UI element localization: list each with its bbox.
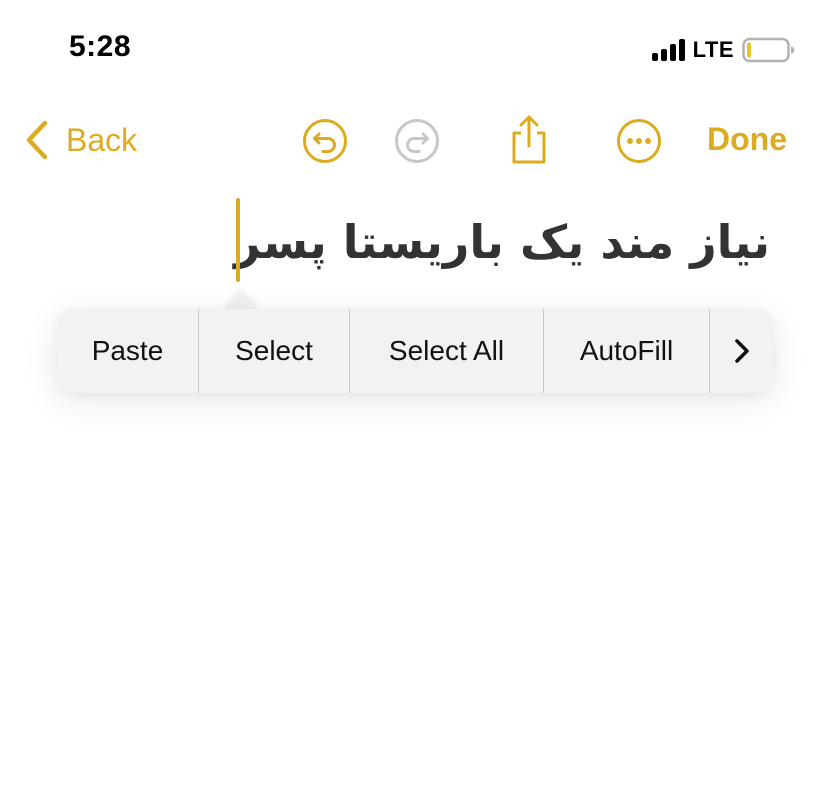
undo-icon[interactable] [302, 118, 348, 164]
select-button[interactable]: Select [199, 309, 350, 393]
autofill-button[interactable]: AutoFill [544, 309, 710, 393]
back-label: Back [66, 121, 138, 158]
chevron-right-icon [734, 339, 749, 363]
redo-icon[interactable] [394, 118, 440, 164]
network-type: LTE [692, 37, 734, 62]
more-icon[interactable] [616, 118, 662, 164]
paste-button[interactable]: Paste [57, 309, 199, 393]
text-cursor [236, 198, 240, 282]
back-button[interactable]: Back [24, 118, 137, 162]
chevron-left-icon [26, 120, 48, 160]
status-indicators: LTE [651, 36, 794, 64]
edit-menu: Paste Select Select All AutoFill [57, 309, 773, 393]
cellular-signal-icon [651, 39, 685, 61]
done-button[interactable]: Done [707, 121, 787, 158]
battery-icon [742, 37, 794, 63]
more-options-button[interactable] [710, 309, 773, 393]
share-icon[interactable] [506, 114, 552, 166]
note-title[interactable]: نیاز مند یک باریستا پسر [234, 200, 770, 284]
select-all-button[interactable]: Select All [350, 309, 544, 393]
notes-screen: 5:28 LTE Back Done نیاز مند یک باریستا پ… [0, 0, 828, 810]
status-time: 5:28 [69, 30, 132, 63]
